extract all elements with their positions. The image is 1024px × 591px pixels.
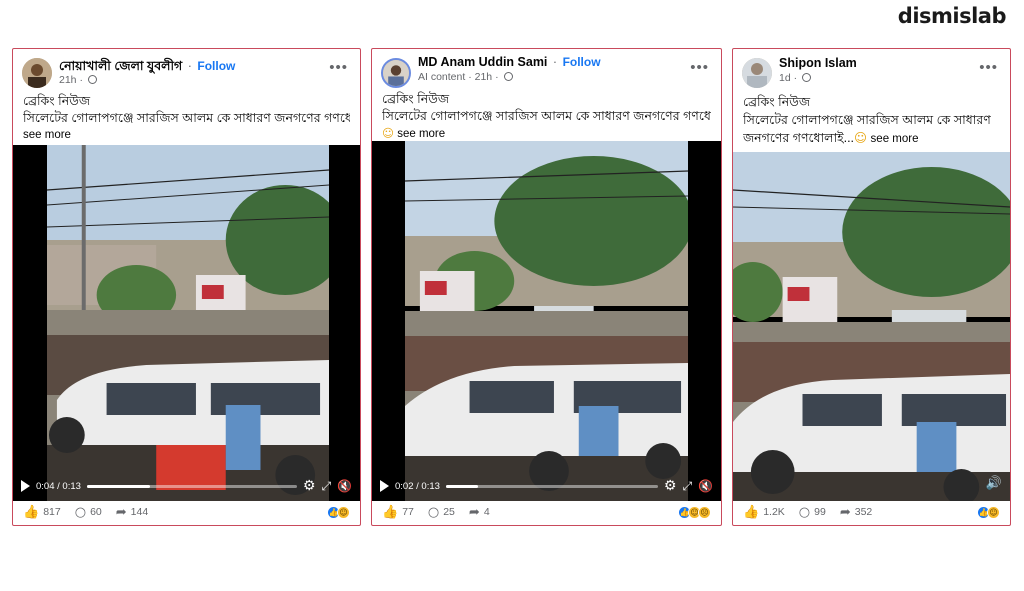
comment-button[interactable]: ○ 60 [75, 505, 102, 520]
like-count: 817 [43, 506, 61, 518]
reaction-summary[interactable]: 👍 ☺ [977, 505, 1000, 519]
video-time: 0:04 / 0:13 [36, 480, 81, 492]
post-footer: 👍 77 ○ 25 ➦ 4 👍 ☺ ☹ [372, 499, 721, 525]
play-icon[interactable] [21, 480, 30, 492]
avatar[interactable] [742, 58, 772, 88]
text-line: ব্রেকিং নিউজ [382, 92, 450, 106]
post-text: ব্রেকিং নিউজ সিলেটের গোলাপগঞ্জে সারজিস আ… [372, 91, 721, 143]
video-frame [733, 152, 1010, 501]
video-frame [47, 145, 329, 501]
facebook-post-3: Shipon Islam 1d · ••• ব্রেকিং নিউজ সিলেট… [732, 48, 1011, 526]
like-count: 1.2K [763, 506, 785, 518]
share-icon: ➦ [839, 504, 851, 520]
text-line: ব্রেকিং নিউজ [23, 94, 91, 108]
progress-fill [86, 484, 150, 488]
globe-icon [802, 73, 812, 82]
fullscreen-icon[interactable]: ⤢ [321, 479, 331, 494]
smile-emoji-icon: ☺ [854, 130, 868, 145]
haha-icon: ☺ [337, 505, 350, 519]
comment-button[interactable]: ○ 25 [428, 505, 455, 520]
ai-content-label: AI content [418, 71, 466, 83]
post-footer: 👍 817 ○ 60 ➦ 144 👍 ☺ [13, 499, 360, 525]
mute-icon[interactable]: 🔇 [698, 479, 713, 493]
post-header: Shipon Islam 1d · ••• [733, 49, 1010, 89]
author-name[interactable]: MD Anam Uddin Sami [418, 55, 547, 69]
share-button[interactable]: ➦ 4 [469, 505, 490, 520]
see-more-link[interactable]: see more [871, 133, 919, 145]
text-line: ব্রেকিং নিউজ [743, 95, 811, 109]
like-button[interactable]: 👍 817 [23, 505, 61, 520]
more-options-icon[interactable]: ••• [979, 59, 998, 76]
like-count: 77 [402, 506, 414, 518]
share-icon: ➦ [115, 504, 127, 520]
reaction-summary[interactable]: 👍 ☺ ☹ [678, 505, 711, 519]
comment-button[interactable]: ○ 99 [799, 505, 826, 520]
thumbs-up-icon: 👍 [743, 504, 760, 520]
comment-count: 25 [443, 506, 455, 518]
mute-icon[interactable]: 🔇 [337, 479, 352, 493]
progress-fill [445, 484, 478, 488]
video-player[interactable]: 0:04 / 0:13 ⚙ ⤢ 🔇 [13, 145, 360, 501]
avatar[interactable] [22, 58, 52, 88]
follow-button[interactable]: Follow [197, 59, 235, 73]
share-button[interactable]: ➦ 144 [116, 505, 148, 520]
post-footer: 👍 1.2K ○ 99 ➦ 352 👍 ☺ [733, 499, 1010, 525]
reaction-summary[interactable]: 👍 ☺ [327, 505, 350, 519]
play-icon[interactable] [380, 480, 389, 492]
text-line: সিলেটের গোলাপগঞ্জে সারজিস আলম কে সাধারণ … [382, 109, 711, 123]
video-controls: 0:02 / 0:13 ⚙ ⤢ 🔇 [372, 471, 721, 501]
author-name[interactable]: নোয়াখালী জেলা যুবলীগ [59, 59, 182, 73]
like-button[interactable]: 👍 77 [382, 505, 414, 520]
more-options-icon[interactable]: ••• [329, 59, 348, 76]
settings-gear-icon[interactable]: ⚙ [303, 478, 316, 494]
progress-bar[interactable] [445, 484, 658, 488]
share-count: 144 [130, 506, 149, 518]
thumbs-up-icon: 👍 [382, 504, 399, 520]
share-icon: ➦ [468, 504, 480, 520]
text-line: সিলেটের গোলাপগঞ্জে সারজিস আলম কে সাধারণ [743, 113, 991, 127]
haha-icon: ☺ [987, 505, 1000, 519]
comment-count: 99 [814, 506, 826, 518]
share-count: 4 [483, 506, 490, 518]
video-player[interactable]: 🔊 [733, 152, 1010, 501]
thumbs-up-icon: 👍 [23, 504, 40, 520]
progress-bar[interactable] [86, 484, 297, 488]
see-more-link[interactable]: see more [23, 127, 350, 144]
text-line: জনগণের গণধোলাই... [743, 131, 855, 145]
see-more-link[interactable]: see more [397, 128, 445, 140]
author-name[interactable]: Shipon Islam [779, 56, 857, 70]
share-count: 352 [854, 506, 873, 518]
comment-icon: ○ [427, 504, 440, 520]
video-time: 0:02 / 0:13 [395, 480, 440, 492]
like-button[interactable]: 👍 1.2K [743, 505, 785, 520]
post-time[interactable]: 21h [475, 71, 493, 83]
globe-icon [87, 75, 97, 84]
follow-button[interactable]: Follow [563, 55, 601, 69]
post-header: MD Anam Uddin Sami · Follow AI content ·… [372, 49, 721, 89]
settings-gear-icon[interactable]: ⚙ [664, 478, 677, 494]
facebook-post-1: নোয়াখালী জেলা যুবলীগ · Follow 21h · •••… [12, 48, 361, 526]
comment-icon: ○ [798, 504, 811, 520]
post-header: নোয়াখালী জেলা যুবলীগ · Follow 21h · ••• [13, 49, 360, 89]
fullscreen-icon[interactable]: ⤢ [682, 479, 692, 494]
volume-icon[interactable]: 🔊 [986, 476, 1002, 491]
comment-icon: ○ [74, 504, 87, 520]
post-text: ব্রেকিং নিউজ সিলেটের গোলাপগঞ্জে সারজিস আ… [733, 93, 1010, 148]
video-controls: 0:04 / 0:13 ⚙ ⤢ 🔇 [13, 471, 360, 501]
video-frame [405, 141, 688, 501]
share-button[interactable]: ➦ 352 [840, 505, 872, 520]
smile-emoji-icon: ☺ [382, 126, 394, 140]
avatar[interactable] [381, 58, 411, 88]
post-time[interactable]: 21h [59, 74, 77, 86]
video-player[interactable]: 0:02 / 0:13 ⚙ ⤢ 🔇 [372, 141, 721, 501]
post-text: ব্রেকিং নিউজ সিলেটের গোলাপগঞ্জে সারজিস আ… [13, 93, 360, 144]
more-options-icon[interactable]: ••• [690, 59, 709, 76]
post-time[interactable]: 1d [779, 72, 791, 84]
sad-icon: ☹ [698, 505, 711, 519]
text-line: সিলেটের গোলাপগঞ্জে সারজিস আলম কে সাধারণ … [23, 111, 350, 125]
comment-count: 60 [90, 506, 102, 518]
dismislab-logo: dismislab [897, 4, 1007, 28]
globe-icon [503, 72, 513, 81]
facebook-post-2: MD Anam Uddin Sami · Follow AI content ·… [371, 48, 722, 526]
